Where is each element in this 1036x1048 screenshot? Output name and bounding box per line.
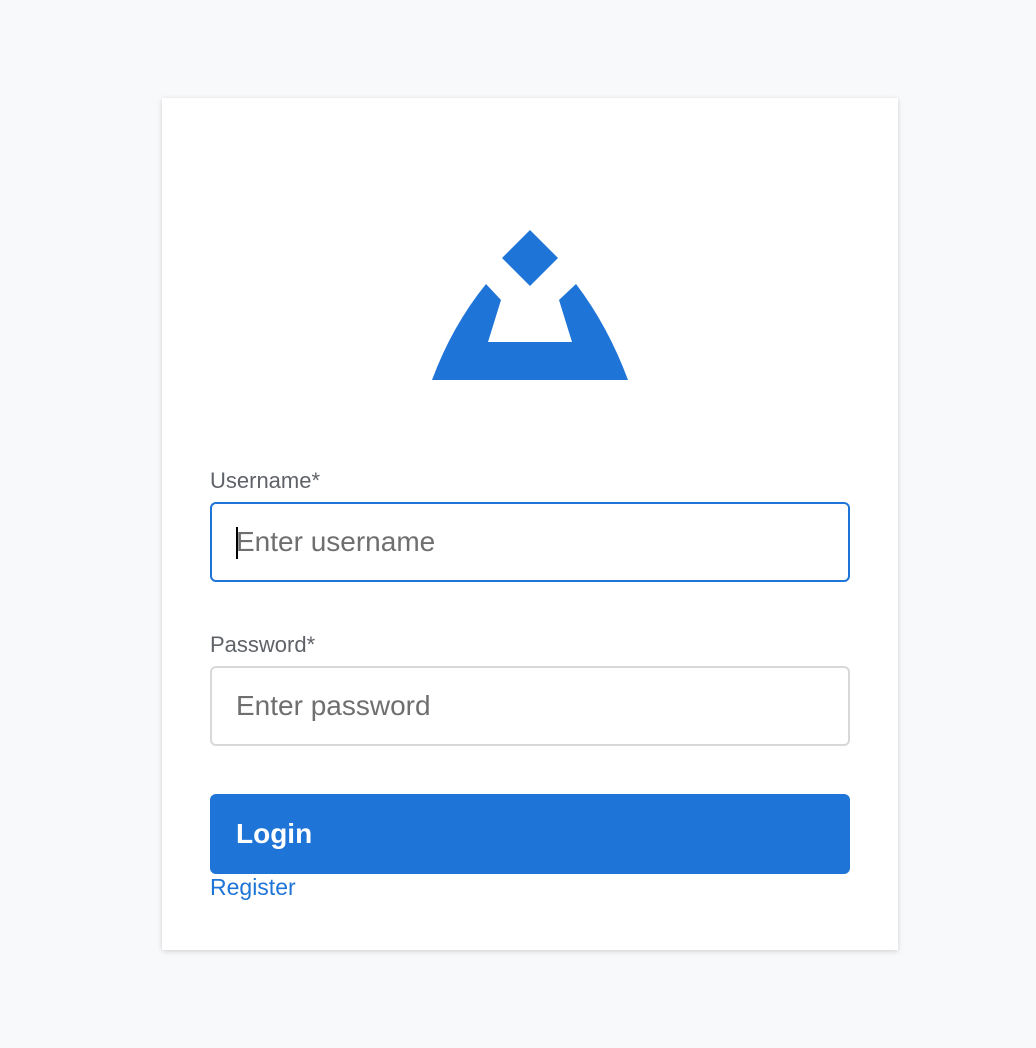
- password-input[interactable]: [210, 666, 850, 746]
- username-input[interactable]: [210, 502, 850, 582]
- username-label: Username*: [210, 468, 321, 493]
- register-link[interactable]: Register: [210, 874, 296, 901]
- login-card: Username* Password* Login Register: [162, 98, 898, 950]
- password-label: Password*: [210, 632, 316, 657]
- brand-logo-icon: [432, 230, 628, 380]
- text-caret: [236, 527, 238, 559]
- login-button[interactable]: Login: [210, 794, 850, 874]
